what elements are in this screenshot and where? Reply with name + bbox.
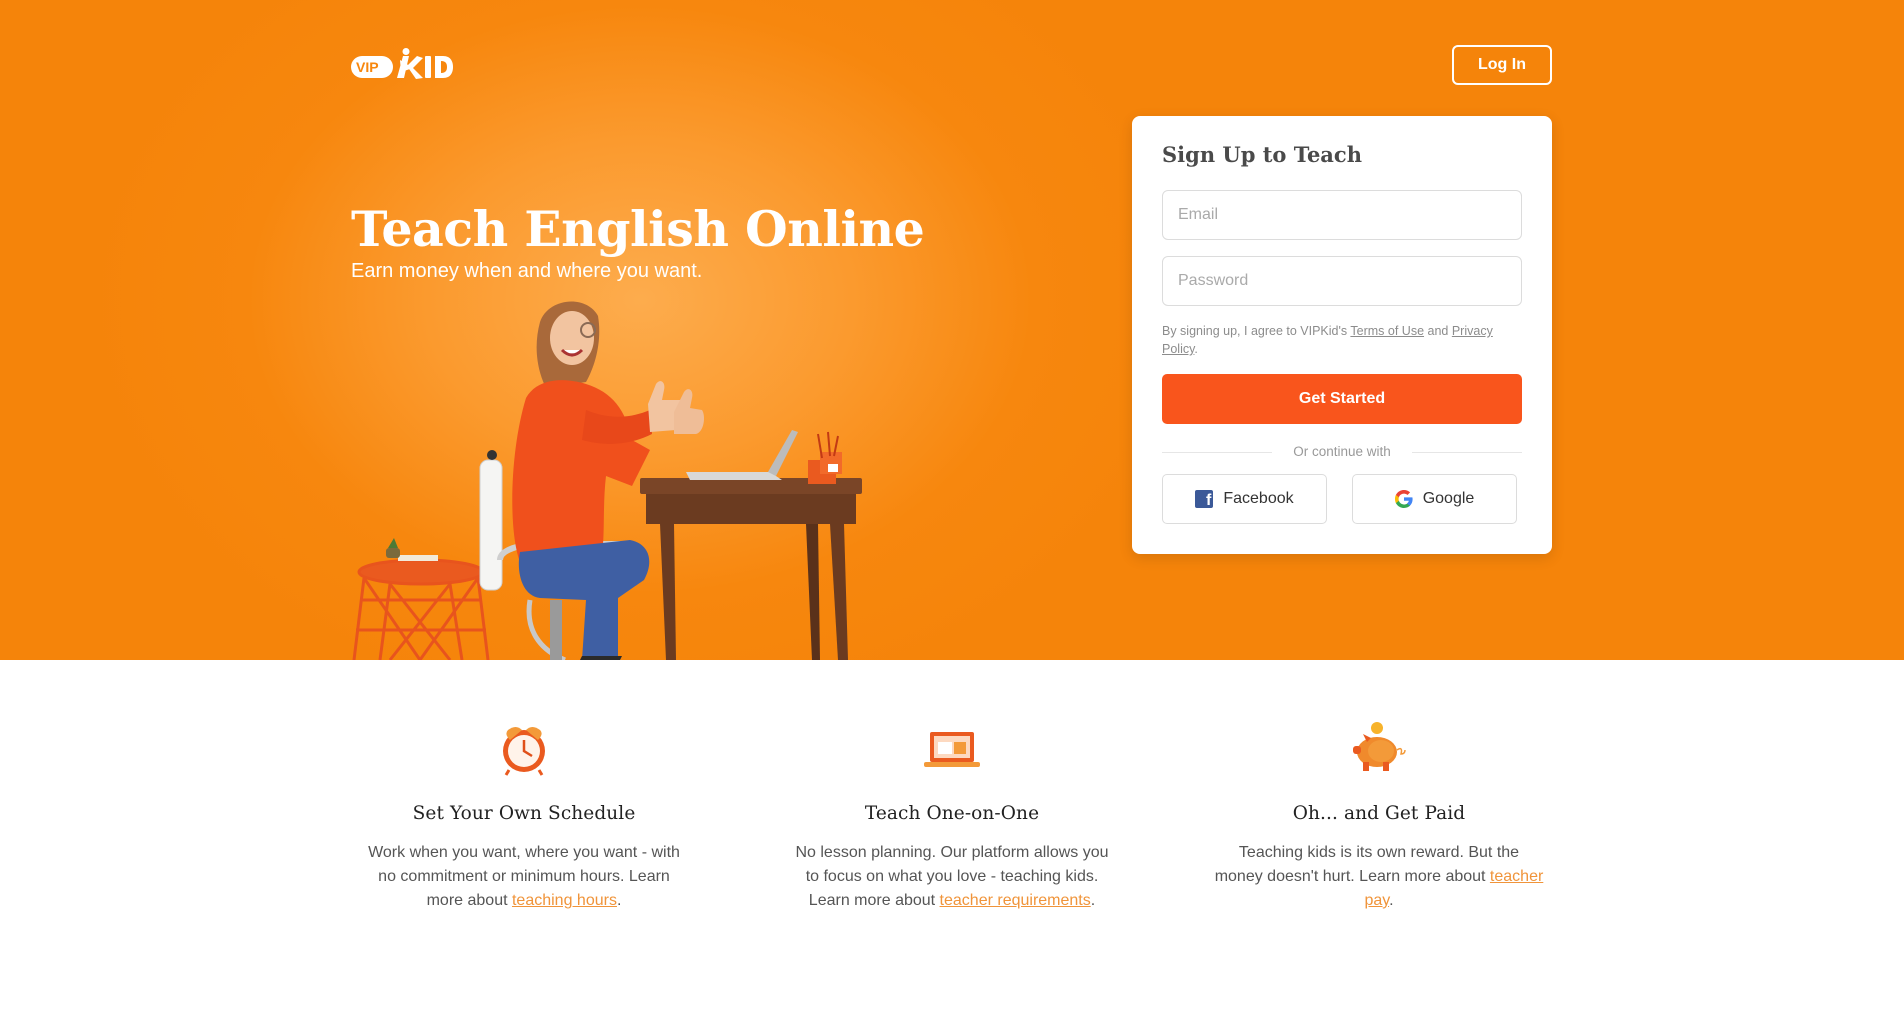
teaching-hours-link[interactable]: teaching hours xyxy=(512,892,617,909)
vipkid-logo[interactable]: VIP xyxy=(351,48,453,82)
terms-suffix: . xyxy=(1194,342,1198,356)
get-started-button[interactable]: Get Started xyxy=(1162,374,1522,424)
feature-text-end: . xyxy=(616,892,622,909)
laptop-icon xyxy=(686,430,798,480)
feature-title: Set Your Own Schedule xyxy=(412,803,636,824)
social-divider: Or continue with xyxy=(1162,442,1522,462)
feature-text: No lesson planning. Our platform allows … xyxy=(787,841,1117,913)
email-field[interactable] xyxy=(1162,190,1522,240)
facebook-label: Facebook xyxy=(1223,490,1294,507)
feature-title: Oh... and Get Paid xyxy=(1292,803,1466,824)
terms-of-use-link[interactable]: Terms of Use xyxy=(1350,324,1424,338)
feature-text-end: . xyxy=(1389,892,1394,909)
hero-subtitle: Earn money when and where you want. xyxy=(351,260,703,282)
teacher-requirements-link[interactable]: teacher requirements xyxy=(940,892,1091,909)
pencil-cup-icon xyxy=(808,431,842,484)
signup-title: Sign Up to Teach xyxy=(1162,142,1362,167)
google-label: Google xyxy=(1422,490,1475,507)
feature-title: Teach One-on-One xyxy=(864,803,1040,824)
google-login-button[interactable]: Google xyxy=(1352,474,1517,524)
divider-line-right xyxy=(1412,452,1522,453)
feature-text: Teaching kids is its own reward. But the… xyxy=(1214,841,1544,913)
hero-section: VIP Log In Teach English Online Earn mon… xyxy=(0,0,1904,660)
svg-text:VIP: VIP xyxy=(356,59,379,75)
desk-icon xyxy=(640,478,862,660)
facebook-icon xyxy=(1195,490,1214,510)
login-button[interactable]: Log In xyxy=(1452,45,1552,85)
alarm-clock-icon xyxy=(503,727,545,776)
laptop-lesson-icon xyxy=(924,732,980,767)
password-field[interactable] xyxy=(1162,256,1522,306)
terms-notice: By signing up, I agree to VIPKid's Terms… xyxy=(1162,322,1527,358)
feature-one-on-one: Teach One-on-One No lesson planning. Our… xyxy=(782,720,1122,913)
teacher-at-desk-illustration xyxy=(352,301,862,660)
terms-prefix: By signing up, I agree to VIPKid's xyxy=(1162,324,1351,338)
feature-text-end: . xyxy=(1090,892,1096,909)
signup-card: Sign Up to Teach By signing up, I agree … xyxy=(1132,116,1552,554)
feature-text: Work when you want, where you want - wit… xyxy=(359,841,689,913)
google-icon xyxy=(1394,490,1413,508)
side-table-icon xyxy=(352,558,490,660)
facebook-login-button[interactable]: Facebook xyxy=(1162,474,1327,524)
feature-schedule: Set Your Own Schedule Work when you want… xyxy=(354,720,694,913)
terms-and: and xyxy=(1424,324,1452,338)
feature-get-paid: Oh... and Get Paid Teaching kids is its … xyxy=(1209,720,1549,913)
hero-title: Teach English Online xyxy=(351,200,925,258)
feature-text-body: Teaching kids is its own reward. But the… xyxy=(1214,844,1520,885)
piggy-bank-icon xyxy=(1353,722,1406,771)
